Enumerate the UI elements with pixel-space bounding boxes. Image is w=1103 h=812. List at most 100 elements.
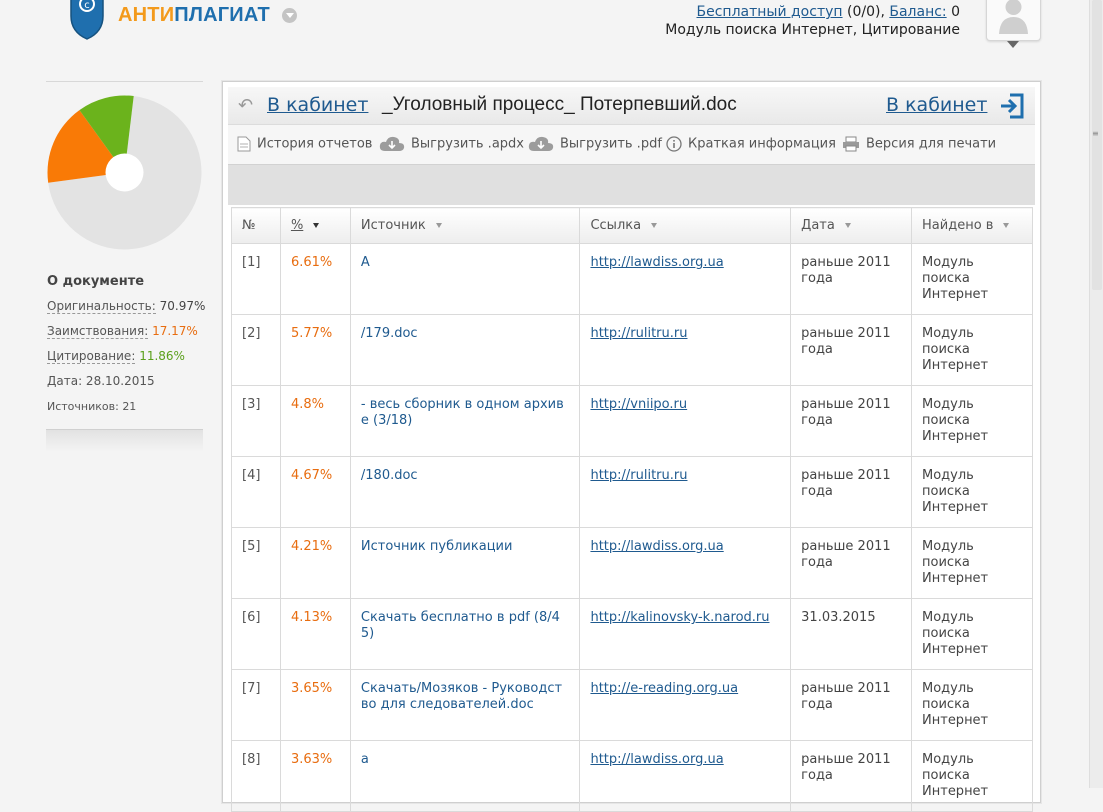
- col-source-header[interactable]: Источник: [349, 207, 581, 244]
- row-source-cell: Скачать/Мозяков - Руководст во для следо…: [349, 669, 581, 741]
- free-access-link[interactable]: Бесплатный доступ: [697, 4, 843, 20]
- row-percent-cell: 4.8%: [279, 385, 351, 457]
- row-date-cell: раньше 2011 года: [790, 740, 913, 812]
- col-date-header[interactable]: Дата: [790, 207, 913, 244]
- brief-info-button[interactable]: Краткая информация: [666, 136, 836, 152]
- row-source-cell: А: [349, 243, 581, 315]
- row-link[interactable]: http://rulitru.ru: [590, 326, 687, 341]
- row-percent: 4.67%: [290, 468, 333, 483]
- cabinet-link[interactable]: В кабинет: [886, 94, 987, 116]
- row-number: [1]: [242, 255, 261, 270]
- logo-part-anti: АНТИ: [118, 4, 175, 26]
- col-found-header[interactable]: Найдено в: [911, 207, 1033, 244]
- row-date: раньше 2011 года: [801, 326, 891, 357]
- row-source[interactable]: Источник публикации: [361, 539, 513, 554]
- row-percent: 4.13%: [290, 610, 333, 625]
- row-found-in-cell: Модуль поиска Интернет: [911, 456, 1033, 528]
- export-pdf-button[interactable]: Выгрузить .pdf: [528, 136, 662, 152]
- row-source[interactable]: /179.doc: [361, 326, 418, 341]
- account-info: Бесплатный доступ (0/0), Баланс: 0 Модул…: [665, 3, 960, 39]
- row-found-in: Модуль поиска Интернет: [922, 255, 989, 302]
- citation-stat: Цитирование: 11.86%: [47, 344, 207, 369]
- balance-link[interactable]: Баланс:: [889, 4, 946, 20]
- row-source[interactable]: А: [361, 255, 370, 270]
- borrowing-label[interactable]: Заимствования:: [47, 324, 149, 339]
- about-document: О документе Оригинальность: 70.97% Заимс…: [47, 269, 207, 419]
- row-source[interactable]: - весь сборник в одном архив е (3/18): [361, 397, 564, 428]
- row-percent-cell: 4.13%: [279, 598, 351, 670]
- row-link-cell: http://kalinovsky-k.narod.ru: [579, 598, 792, 670]
- brief-info-label: Краткая информация: [688, 136, 836, 152]
- active-modules: Модуль поиска Интернет, Цитирование: [665, 22, 960, 38]
- col-link-label: Ссылка: [590, 218, 642, 233]
- svg-text:c: c: [84, 0, 90, 11]
- summary-bottom-bar: [46, 429, 203, 452]
- row-link-cell: http://lawdiss.org.ua: [579, 740, 792, 812]
- row-number-cell: [4]: [231, 456, 281, 528]
- row-link[interactable]: http://lawdiss.org.ua: [590, 255, 723, 270]
- originality-stat: Оригинальность: 70.97%: [47, 294, 207, 319]
- row-link[interactable]: http://lawdiss.org.ua: [590, 539, 723, 554]
- col-percent-header[interactable]: %: [279, 207, 351, 244]
- row-date-cell: раньше 2011 года: [790, 527, 913, 599]
- row-found-in: Модуль поиска Интернет: [922, 539, 989, 586]
- row-link[interactable]: http://lawdiss.org.ua: [590, 752, 723, 767]
- row-link[interactable]: http://e-reading.org.ua: [590, 681, 738, 696]
- row-link-cell: http://vniipo.ru: [579, 385, 792, 457]
- sort-arrow-icon: [1003, 223, 1010, 228]
- col-link-header[interactable]: Ссылка: [579, 207, 792, 244]
- report-separator-strip: [228, 164, 1035, 205]
- row-source-cell: /180.doc: [349, 456, 581, 528]
- balance-value: 0: [946, 4, 960, 20]
- row-percent-cell: 4.67%: [279, 456, 351, 528]
- row-link[interactable]: http://kalinovsky-k.narod.ru: [590, 610, 769, 625]
- row-date-cell: раньше 2011 года: [790, 314, 913, 386]
- avatar[interactable]: [986, 0, 1041, 41]
- row-number-cell: [8]: [231, 740, 281, 812]
- history-button[interactable]: История отчетов: [237, 136, 372, 152]
- row-number-cell: [5]: [231, 527, 281, 599]
- row-number: [6]: [242, 610, 261, 625]
- user-silhouette-icon: [999, 0, 1028, 34]
- avatar-dropdown-icon[interactable]: [1007, 41, 1019, 48]
- row-number: [5]: [242, 539, 261, 554]
- row-link-cell: http://lawdiss.org.ua: [579, 243, 792, 315]
- back-to-cabinet-link[interactable]: В кабинет: [267, 94, 368, 116]
- table-row: [6] 4.13% Скачать бесплатно в pdf (8/4 5) h…: [231, 598, 1033, 670]
- scrollbar-thumb[interactable]: [1092, 0, 1102, 290]
- row-link[interactable]: http://vniipo.ru: [590, 397, 687, 412]
- citation-value: 11.86%: [139, 349, 185, 363]
- document-title: _Уголовный процесс_ Потерпевший.doc: [382, 94, 737, 115]
- page-scrollbar[interactable]: ≡: [1089, 0, 1103, 788]
- row-found-in: Модуль поиска Интернет: [922, 397, 989, 444]
- citation-label[interactable]: Цитирование:: [47, 349, 136, 364]
- row-source[interactable]: Скачать бесплатно в pdf (8/4 5): [361, 610, 560, 641]
- print-version-button[interactable]: Версия для печати: [842, 136, 996, 152]
- row-source[interactable]: Скачать/Мозяков - Руководст во для следо…: [361, 681, 562, 712]
- back-arrow-icon[interactable]: ↶: [238, 97, 253, 115]
- row-percent: 5.77%: [290, 326, 333, 341]
- row-found-in: Модуль поиска Интернет: [922, 610, 989, 657]
- row-percent: 6.61%: [290, 255, 333, 270]
- row-date: раньше 2011 года: [801, 752, 891, 783]
- row-number: [2]: [242, 326, 261, 341]
- sort-arrow-icon: [435, 223, 442, 228]
- row-number-cell: [3]: [231, 385, 281, 457]
- logo-dropdown-icon[interactable]: [282, 8, 297, 23]
- row-number-cell: [1]: [231, 243, 281, 315]
- row-source[interactable]: /180.doc: [361, 468, 418, 483]
- row-number: [4]: [242, 468, 261, 483]
- row-link-cell: http://rulitru.ru: [579, 314, 792, 386]
- row-found-in-cell: Модуль поиска Интернет: [911, 598, 1033, 670]
- exit-to-cabinet-icon[interactable]: [998, 92, 1026, 120]
- row-number: [3]: [242, 397, 261, 412]
- row-date-cell: 31.03.2015: [790, 598, 913, 670]
- logo[interactable]: АНТИПЛАГИАТ: [118, 4, 270, 27]
- export-apdx-label: Выгрузить .apdx: [411, 136, 524, 152]
- originality-label[interactable]: Оригинальность:: [47, 299, 156, 314]
- row-source[interactable]: а: [361, 752, 369, 767]
- print-version-label: Версия для печати: [866, 136, 997, 152]
- row-link[interactable]: http://rulitru.ru: [590, 468, 687, 483]
- row-link-cell: http://rulitru.ru: [579, 456, 792, 528]
- export-apdx-button[interactable]: Выгрузить .apdx: [379, 136, 524, 152]
